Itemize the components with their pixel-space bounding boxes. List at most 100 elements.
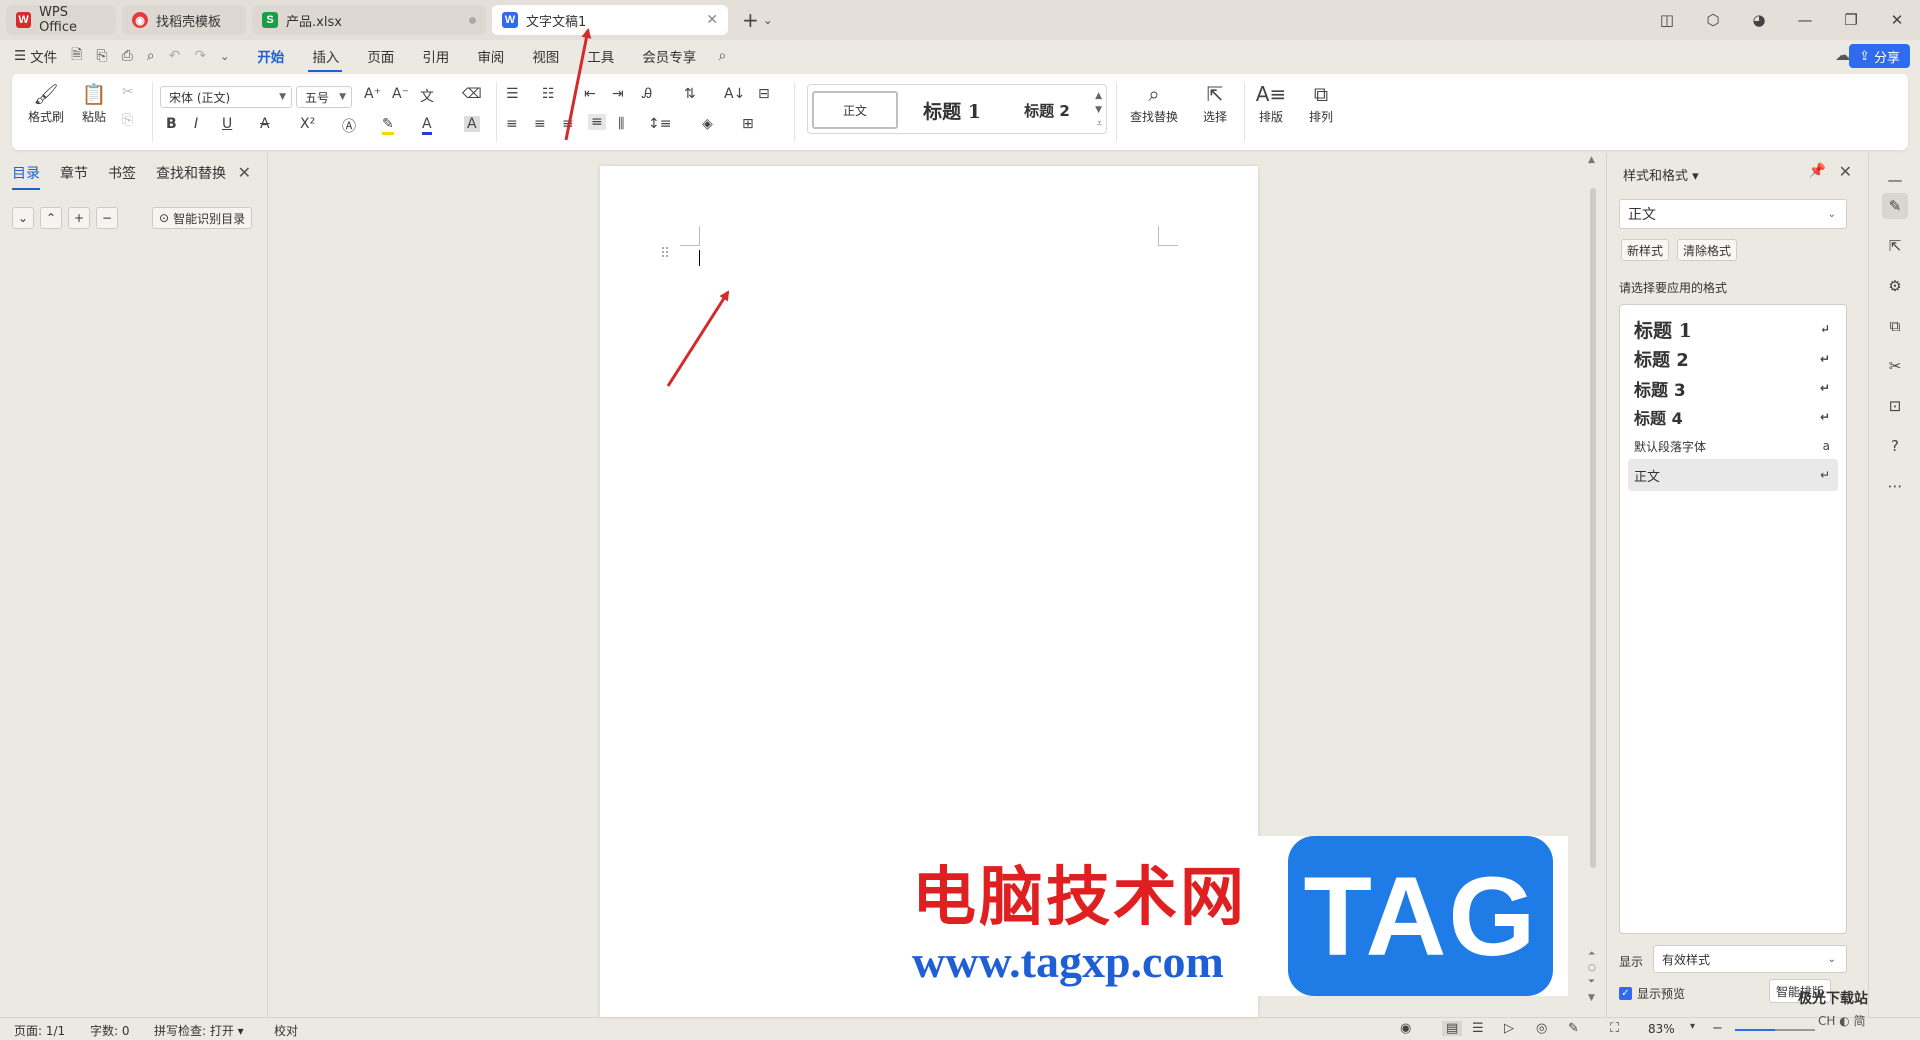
find-replace-button[interactable]: ⌕ 查找替换 bbox=[1116, 80, 1192, 125]
justify-icon[interactable]: ≡ bbox=[588, 114, 606, 130]
avatar[interactable]: ◕ bbox=[1736, 11, 1782, 29]
pin-icon[interactable]: 📌 bbox=[1809, 163, 1826, 179]
show-select[interactable]: 有效样式 ⌄ bbox=[1653, 945, 1847, 973]
layout-button[interactable]: A≡ 排版 bbox=[1248, 80, 1294, 125]
layout-icon[interactable]: ◫ bbox=[1644, 11, 1690, 29]
vertical-scrollbar[interactable]: ▲ ⏶ ○ ⏷ ▼ bbox=[1585, 153, 1601, 1017]
prev-page-icon[interactable]: ⏶ bbox=[1588, 949, 1595, 959]
outline-view-icon[interactable]: ☰ bbox=[1472, 1021, 1484, 1036]
text-direction-icon[interactable]: Ꭿ bbox=[642, 86, 652, 102]
phonetic-icon[interactable]: 文 bbox=[420, 86, 434, 106]
decrease-font-icon[interactable]: A⁻ bbox=[392, 86, 409, 102]
style-body[interactable]: 正文 bbox=[812, 91, 898, 129]
style-item-body[interactable]: 正文 ↵ bbox=[1628, 459, 1838, 491]
chevron-down-icon[interactable]: ⌄ bbox=[763, 13, 773, 27]
word-count[interactable]: 字数: 0 bbox=[90, 1022, 130, 1039]
more-icon[interactable]: ⋯ bbox=[1882, 473, 1908, 499]
char-shading-icon[interactable]: A bbox=[464, 116, 480, 132]
show-preview-checkbox[interactable]: ✓ 显示预览 bbox=[1619, 985, 1685, 1002]
next-page-icon[interactable]: ⏷ bbox=[1588, 977, 1595, 987]
zoom-out-icon[interactable]: − bbox=[1712, 1021, 1723, 1036]
tab-find-replace[interactable]: 查找和替换 bbox=[156, 163, 226, 183]
text-effect-icon[interactable]: Ⓐ bbox=[342, 116, 356, 136]
scroll-up-icon[interactable]: ▲ bbox=[1588, 155, 1595, 165]
new-tab-plus-icon[interactable]: + bbox=[742, 8, 759, 32]
bold-icon[interactable]: B bbox=[166, 116, 177, 132]
style-item-heading-4[interactable]: 标题 4 ↵ bbox=[1628, 401, 1838, 433]
scroll-thumb[interactable] bbox=[1590, 188, 1596, 868]
font-size-select[interactable]: 五号 ▼ bbox=[296, 86, 352, 108]
font-name-select[interactable]: 宋体 (正文) ▼ bbox=[160, 86, 292, 108]
copy-icon[interactable]: ⎘ bbox=[122, 112, 133, 128]
add-icon[interactable]: + bbox=[68, 207, 90, 229]
close-icon[interactable]: ✕ bbox=[238, 163, 251, 182]
style-item-heading-3[interactable]: 标题 3 ↵ bbox=[1628, 372, 1838, 404]
cube-icon[interactable]: ⬡ bbox=[1690, 11, 1736, 29]
tools-icon[interactable]: ✂ bbox=[1882, 353, 1908, 379]
style-item-heading-2[interactable]: 标题 2 ↵ bbox=[1628, 343, 1838, 375]
tab-member[interactable]: 会员专享 bbox=[642, 46, 696, 66]
minimize-panel-icon[interactable]: — bbox=[1882, 167, 1908, 193]
eye-icon[interactable]: ◉ bbox=[1400, 1021, 1411, 1036]
zoom-level[interactable]: 83% bbox=[1648, 1022, 1675, 1036]
tab-wps-office[interactable]: W WPS Office bbox=[6, 5, 116, 35]
file-menu[interactable]: ☰ 文件 bbox=[14, 46, 57, 66]
numbering-icon[interactable]: ☷ bbox=[542, 86, 555, 102]
tab-toc[interactable]: 目录 bbox=[12, 163, 40, 190]
help-icon[interactable]: ? bbox=[1882, 433, 1908, 459]
tab-docer-templates[interactable]: ◉ 找稻壳模板 bbox=[122, 5, 246, 35]
strikethrough-icon[interactable]: A bbox=[260, 116, 270, 132]
tab-product-xlsx[interactable]: S 产品.xlsx bbox=[252, 5, 486, 35]
increase-font-icon[interactable]: A⁺ bbox=[364, 86, 381, 102]
italic-icon[interactable]: I bbox=[194, 116, 198, 132]
style-heading-1[interactable]: 标题 1 bbox=[904, 91, 1000, 129]
font-color-icon[interactable]: A bbox=[422, 116, 432, 135]
line-spacing-icon[interactable]: ↕≡ bbox=[648, 116, 671, 132]
select-cursor-icon[interactable]: ⇱ bbox=[1882, 233, 1908, 259]
save-icon[interactable]: 🗎 bbox=[71, 44, 82, 68]
cloud-icon[interactable]: ☁ bbox=[1835, 46, 1850, 64]
restore-icon[interactable]: ❐ bbox=[1828, 11, 1874, 29]
fit-page-icon[interactable]: ⛶ bbox=[1610, 1021, 1619, 1036]
clear-format-icon[interactable]: ⌫ bbox=[462, 86, 482, 102]
play-icon[interactable]: ▷ bbox=[1504, 1021, 1514, 1036]
shading-icon[interactable]: ◈ bbox=[702, 116, 713, 132]
chevron-up-icon[interactable]: ▲ bbox=[1095, 91, 1102, 101]
align-center-icon[interactable]: ≡ bbox=[534, 116, 546, 132]
remove-icon[interactable]: − bbox=[96, 207, 118, 229]
tab-tools[interactable]: 工具 bbox=[587, 46, 614, 66]
tab-review[interactable]: 审阅 bbox=[477, 46, 504, 66]
chevron-down-icon[interactable]: ▾ bbox=[1690, 1021, 1695, 1032]
sort-icon[interactable]: ⇅ bbox=[684, 86, 696, 102]
styles-panel-title[interactable]: 样式和格式 ▾ bbox=[1623, 165, 1699, 184]
drag-handle-icon[interactable]: ⠿ bbox=[660, 246, 670, 262]
tab-bookmarks[interactable]: 书签 bbox=[108, 163, 136, 183]
tab-chapters[interactable]: 章节 bbox=[60, 163, 88, 183]
char-spacing-icon[interactable]: A↓ bbox=[724, 86, 745, 102]
adjust-icon[interactable]: ⚙ bbox=[1882, 273, 1908, 299]
style-item-default-font[interactable]: 默认段落字体 a bbox=[1628, 430, 1838, 462]
ruler-icon[interactable]: ⊟ bbox=[758, 86, 770, 102]
border-icon[interactable]: ⊞ bbox=[742, 116, 754, 132]
search-icon[interactable]: ⌕ bbox=[718, 48, 726, 64]
select-button[interactable]: ⇱ 选择 bbox=[1192, 80, 1238, 125]
format-painter-button[interactable]: 🖌 格式刷 bbox=[26, 80, 66, 125]
clear-format-button[interactable]: 清除格式 bbox=[1677, 239, 1738, 261]
chevron-down-icon[interactable]: ▼ bbox=[1095, 105, 1102, 115]
scroll-down-icon[interactable]: ▼ bbox=[1588, 993, 1595, 1003]
styles-pen-icon[interactable]: ✎ bbox=[1882, 193, 1908, 219]
tab-document-1[interactable]: W 文字文稿1 ✕ bbox=[492, 5, 728, 35]
pen-icon[interactable]: ✎ bbox=[1568, 1021, 1579, 1036]
decrease-indent-icon[interactable]: ⇤ bbox=[584, 86, 596, 102]
underline-icon[interactable]: U bbox=[222, 116, 232, 132]
book-icon[interactable]: ⊡ bbox=[1882, 393, 1908, 419]
tab-references[interactable]: 引用 bbox=[422, 46, 449, 66]
proofread[interactable]: 校对 bbox=[274, 1022, 298, 1039]
increase-indent-icon[interactable]: ⇥ bbox=[612, 86, 624, 102]
page-count[interactable]: 页面: 1/1 bbox=[14, 1022, 65, 1039]
tab-page[interactable]: 页面 bbox=[367, 46, 394, 66]
collapse-up-icon[interactable]: ⌃ bbox=[40, 207, 62, 229]
paste-button[interactable]: 📋 粘贴 bbox=[74, 80, 114, 125]
arrange-button[interactable]: ⧉ 排列 bbox=[1298, 80, 1344, 125]
redo-icon[interactable]: ↷ bbox=[194, 48, 206, 64]
